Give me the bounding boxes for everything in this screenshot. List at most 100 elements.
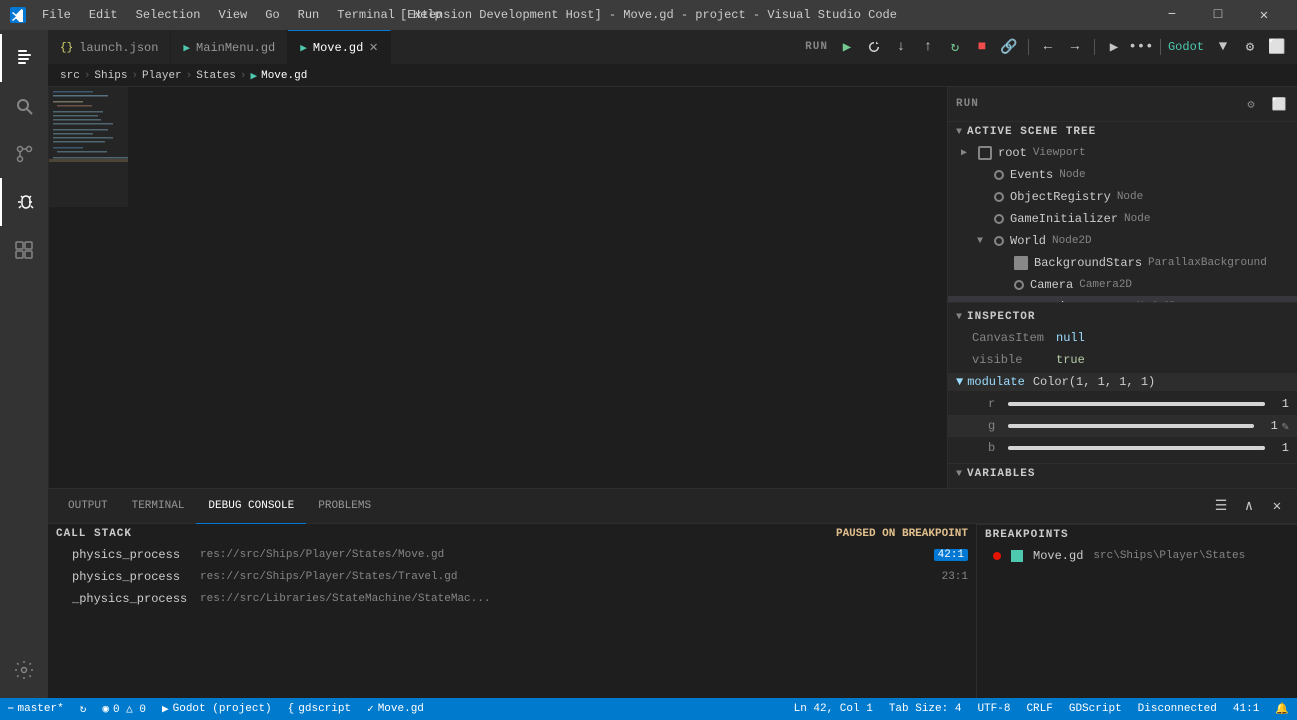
tab-close-button[interactable]: ✕ bbox=[369, 41, 377, 55]
maximize-button[interactable]: □ bbox=[1195, 0, 1241, 30]
tree-item-camera[interactable]: Camera Camera2D bbox=[948, 274, 1297, 296]
window-controls: − □ ✕ bbox=[1149, 0, 1287, 30]
breadcrumb-file[interactable]: Move.gd bbox=[261, 70, 307, 82]
tree-item-gameinitializer[interactable]: GameInitializer Node bbox=[948, 208, 1297, 230]
bell-icon: 🔔 bbox=[1275, 702, 1289, 716]
tree-type-gameinitializer: Node bbox=[1124, 213, 1150, 225]
activity-explorer[interactable] bbox=[0, 34, 48, 82]
tab-problems[interactable]: PROBLEMS bbox=[306, 489, 383, 524]
step-out-button[interactable]: ↑ bbox=[916, 35, 940, 59]
channel-g-val: 1 bbox=[1258, 419, 1278, 433]
menu-go[interactable]: Go bbox=[257, 6, 287, 24]
panel-split-icon[interactable]: ⬜ bbox=[1269, 94, 1289, 114]
menu-file[interactable]: File bbox=[34, 6, 79, 24]
status-sync[interactable]: ↻ bbox=[72, 698, 95, 720]
status-tab-size[interactable]: Tab Size: 4 bbox=[881, 698, 970, 720]
menu-terminal[interactable]: Terminal bbox=[329, 6, 403, 24]
status-move-gd[interactable]: ✓ Move.gd bbox=[359, 698, 432, 720]
activity-settings[interactable] bbox=[0, 646, 48, 694]
status-line-col[interactable]: 41:1 bbox=[1225, 698, 1267, 720]
status-line-ending[interactable]: CRLF bbox=[1018, 698, 1060, 720]
tree-item-world[interactable]: ▼ World Node2D bbox=[948, 230, 1297, 252]
inspector-canvasitem-val: null bbox=[1056, 331, 1085, 345]
status-gdscript[interactable]: { gdscript bbox=[280, 698, 359, 720]
tree-item-backgroundstars[interactable]: BackgroundStars ParallaxBackground bbox=[948, 252, 1297, 274]
status-godot[interactable]: ▶ Godot (project) bbox=[154, 698, 280, 720]
forward-button[interactable]: → bbox=[1063, 35, 1087, 59]
continue-button[interactable]: ▶ bbox=[835, 35, 859, 59]
tree-item-objectregistry[interactable]: ObjectRegistry Node bbox=[948, 186, 1297, 208]
modulate-chevron[interactable]: ▼ bbox=[956, 375, 963, 389]
status-errors[interactable]: ◉ 0 △ 0 bbox=[94, 698, 154, 720]
branch-icon: ⎯ bbox=[8, 703, 14, 715]
status-language[interactable]: GDScript bbox=[1061, 698, 1130, 720]
call-path-2: res://src/Ships/Player/States/Travel.gd bbox=[200, 571, 934, 583]
call-stack-item-2[interactable]: physics_process res://src/Ships/Player/S… bbox=[48, 566, 976, 588]
tree-item-root[interactable]: ▶ root Viewport bbox=[948, 142, 1297, 164]
menu-run[interactable]: Run bbox=[290, 6, 328, 24]
tab-move-gd[interactable]: ▶ Move.gd ✕ bbox=[288, 30, 390, 65]
activity-debug[interactable] bbox=[0, 178, 48, 226]
open-in-editor-button[interactable]: ▶ bbox=[1102, 35, 1126, 59]
scene-tree-label: ACTIVE SCENE TREE bbox=[967, 126, 1096, 138]
panel-settings-icon[interactable]: ⚙ bbox=[1241, 94, 1261, 114]
variables-chevron[interactable]: ▼ bbox=[956, 469, 963, 480]
breadcrumb-ships[interactable]: Ships bbox=[94, 70, 127, 82]
bottom-collapse-btn[interactable]: ∧ bbox=[1237, 494, 1261, 518]
status-branch[interactable]: ⎯ master* bbox=[0, 698, 72, 720]
channel-r-bar[interactable] bbox=[1008, 402, 1265, 406]
inspector-chevron[interactable]: ▼ bbox=[956, 312, 963, 323]
breadcrumb-player[interactable]: Player bbox=[142, 70, 182, 82]
channel-g-edit[interactable]: ✎ bbox=[1282, 419, 1289, 434]
step-over-button[interactable] bbox=[862, 35, 886, 59]
call-stack-section: CALL STACK PAUSED ON BREAKPOINT physics_… bbox=[48, 524, 977, 698]
bottom-menu-btn[interactable]: ☰ bbox=[1209, 494, 1233, 518]
tab-terminal[interactable]: TERMINAL bbox=[120, 489, 197, 524]
sync-icon: ↻ bbox=[80, 702, 87, 716]
modulate-label: modulate bbox=[967, 375, 1025, 389]
step-into-button[interactable]: ↓ bbox=[889, 35, 913, 59]
stop-button[interactable]: ■ bbox=[970, 35, 994, 59]
status-encoding[interactable]: UTF-8 bbox=[969, 698, 1018, 720]
json-icon: {} bbox=[60, 42, 73, 54]
call-stack-item-3[interactable]: _physics_process res://src/Libraries/Sta… bbox=[48, 588, 976, 610]
status-notifications[interactable]: 🔔 bbox=[1267, 698, 1297, 720]
scene-tree-chevron[interactable]: ▼ bbox=[956, 127, 963, 138]
status-position[interactable]: Ln 42, Col 1 bbox=[786, 698, 881, 720]
activity-source-control[interactable] bbox=[0, 130, 48, 178]
back-button[interactable]: ← bbox=[1036, 35, 1060, 59]
bottom-close-btn[interactable]: ✕ bbox=[1265, 494, 1289, 518]
code-editor[interactable]: 21 22 23 24 25 26 27 28 29 30 31 32 33 3… bbox=[48, 87, 947, 488]
channel-g-bar[interactable] bbox=[1008, 424, 1254, 428]
more-button[interactable]: ••• bbox=[1129, 35, 1153, 59]
tree-item-events[interactable]: Events Node bbox=[948, 164, 1297, 186]
godot-dropdown[interactable]: ▼ bbox=[1211, 35, 1235, 59]
settings-button[interactable]: ⚙ bbox=[1238, 35, 1262, 59]
tab-main-menu-gd[interactable]: ▶ MainMenu.gd bbox=[171, 30, 288, 65]
call-stack-item-1[interactable]: physics_process res://src/Ships/Player/S… bbox=[48, 544, 976, 566]
call-path-3: res://src/Libraries/StateMachine/StateMa… bbox=[200, 593, 968, 605]
close-button[interactable]: ✕ bbox=[1241, 0, 1287, 30]
menu-selection[interactable]: Selection bbox=[128, 6, 209, 24]
menu-edit[interactable]: Edit bbox=[81, 6, 126, 24]
minimize-button[interactable]: − bbox=[1149, 0, 1195, 30]
breadcrumb-src[interactable]: src bbox=[60, 70, 80, 82]
tab-launch-json[interactable]: {} launch.json bbox=[48, 30, 171, 65]
breadcrumb-states[interactable]: States bbox=[196, 70, 236, 82]
status-disconnected[interactable]: Disconnected bbox=[1130, 698, 1225, 720]
channel-b-row: b 1 bbox=[948, 437, 1297, 459]
bp-row-1: Move.gd src\Ships\Player\States bbox=[977, 545, 1297, 567]
activity-extensions[interactable] bbox=[0, 226, 48, 274]
minimap[interactable] bbox=[48, 87, 128, 488]
tab-output[interactable]: OUTPUT bbox=[56, 489, 120, 524]
bp-check-1[interactable] bbox=[1011, 550, 1023, 562]
tab-size-text: Tab Size: 4 bbox=[889, 703, 962, 715]
tree-type-world: Node2D bbox=[1052, 235, 1092, 247]
channel-b-bar[interactable] bbox=[1008, 446, 1265, 450]
split-button[interactable]: ⬜ bbox=[1265, 35, 1289, 59]
tab-debug-console[interactable]: DEBUG CONSOLE bbox=[196, 489, 306, 524]
disconnect-button[interactable]: 🔗 bbox=[997, 35, 1021, 59]
menu-view[interactable]: View bbox=[210, 6, 255, 24]
restart-button[interactable]: ↻ bbox=[943, 35, 967, 59]
activity-search[interactable] bbox=[0, 82, 48, 130]
